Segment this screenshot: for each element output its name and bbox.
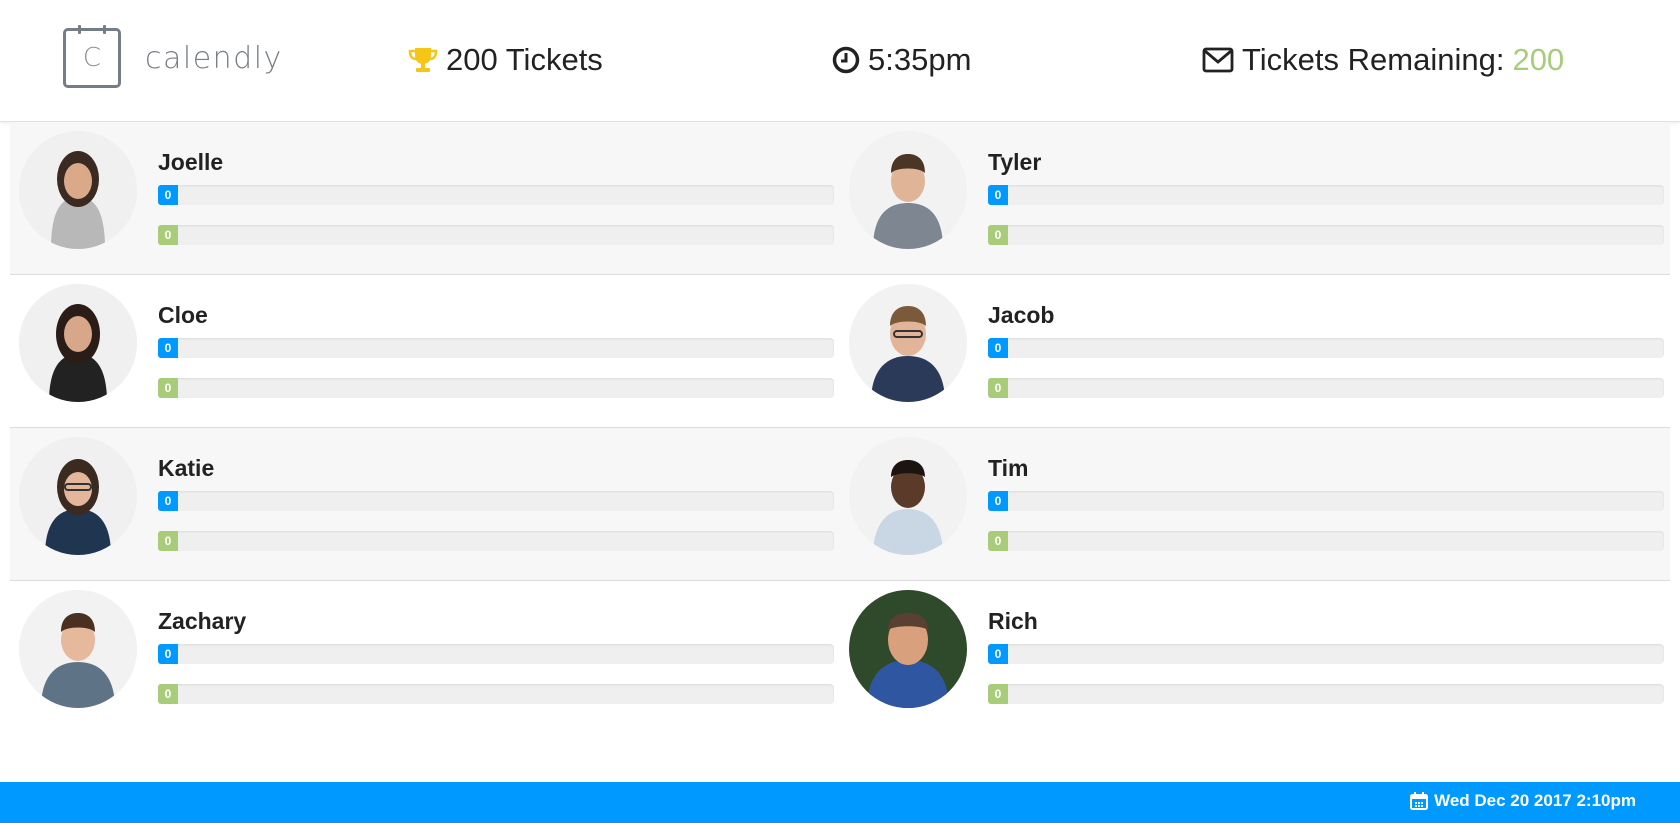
blue-progress-fill: 0 — [988, 644, 1008, 664]
blue-progress-bar: 0 — [158, 644, 834, 664]
logo-letter: C — [82, 43, 102, 73]
green-progress-fill: 0 — [988, 531, 1008, 551]
blue-progress-bar: 0 — [988, 644, 1664, 664]
leaderboard-row: Joelle 0 0 Tyler 0 0 — [10, 122, 1670, 275]
person-card: Jacob 0 0 — [840, 275, 1670, 427]
green-progress-fill: 0 — [988, 378, 1008, 398]
blue-progress-fill: 0 — [158, 491, 178, 511]
green-progress-bar: 0 — [988, 531, 1664, 551]
person-card: Joelle 0 0 — [10, 122, 840, 274]
blue-progress-bar: 0 — [988, 338, 1664, 358]
footer-timestamp: Wed Dec 20 2017 2:10pm — [1410, 791, 1636, 811]
person-name: Zachary — [158, 608, 247, 634]
avatar — [19, 437, 137, 555]
blue-progress-fill: 0 — [988, 338, 1008, 358]
blue-progress-bar: 0 — [158, 491, 834, 511]
blue-progress-bar: 0 — [158, 338, 834, 358]
avatar — [19, 131, 137, 249]
green-progress-bar: 0 — [158, 684, 834, 704]
green-progress-bar: 0 — [988, 684, 1664, 704]
footer-bar: Wed Dec 20 2017 2:10pm — [0, 782, 1680, 823]
person-name: Jacob — [988, 302, 1055, 328]
envelope-icon — [1202, 47, 1234, 73]
blue-progress-bar: 0 — [158, 185, 834, 205]
trophy-icon — [408, 48, 438, 72]
green-progress-bar: 0 — [158, 531, 834, 551]
current-time: 5:35pm — [832, 40, 971, 80]
avatar — [19, 590, 137, 708]
avatar — [849, 284, 967, 402]
green-progress-fill: 0 — [158, 531, 178, 551]
leaderboard-row: Zachary 0 0 Rich 0 0 — [10, 581, 1670, 734]
green-progress-bar: 0 — [988, 378, 1664, 398]
tickets-remaining-value: 200 — [1512, 42, 1565, 77]
blue-progress-fill: 0 — [988, 491, 1008, 511]
calendly-logo[interactable]: C calendly — [63, 25, 283, 88]
blue-progress-bar: 0 — [988, 491, 1664, 511]
green-progress-fill: 0 — [158, 225, 178, 245]
person-name: Tyler — [988, 149, 1042, 175]
total-tickets-text: 200 Tickets — [446, 42, 603, 77]
person-card: Tyler 0 0 — [840, 122, 1670, 274]
person-name: Tim — [988, 455, 1029, 481]
person-name: Cloe — [158, 302, 208, 328]
person-name: Katie — [158, 455, 215, 481]
blue-progress-fill: 0 — [158, 185, 178, 205]
avatar — [849, 590, 967, 708]
person-card: Tim 0 0 — [840, 428, 1670, 580]
blue-progress-fill: 0 — [988, 185, 1008, 205]
person-card: Rich 0 0 — [840, 581, 1670, 734]
brand-name: calendly — [145, 40, 283, 76]
person-name: Joelle — [158, 149, 224, 175]
header: C calendly 200 Tickets 5:35pm Tickets Re… — [0, 0, 1680, 122]
clock-icon — [832, 46, 860, 74]
green-progress-fill: 0 — [988, 225, 1008, 245]
green-progress-bar: 0 — [158, 225, 834, 245]
green-progress-fill: 0 — [158, 378, 178, 398]
green-progress-bar: 0 — [158, 378, 834, 398]
avatar — [19, 284, 137, 402]
green-progress-bar: 0 — [988, 225, 1664, 245]
blue-progress-bar: 0 — [988, 185, 1664, 205]
avatar — [849, 437, 967, 555]
tickets-remaining: Tickets Remaining: 200 — [1202, 40, 1564, 80]
person-card: Katie 0 0 — [10, 428, 840, 580]
calendar-logo-icon: C — [63, 25, 121, 88]
footer-date-text: Wed Dec 20 2017 2:10pm — [1434, 791, 1636, 810]
leaderboard-row: Cloe 0 0 Jacob 0 0 — [10, 275, 1670, 428]
person-name: Rich — [988, 608, 1038, 634]
person-card: Zachary 0 0 — [10, 581, 840, 734]
tickets-remaining-label: Tickets Remaining: — [1242, 42, 1505, 77]
person-card: Cloe 0 0 — [10, 275, 840, 427]
leaderboard: Joelle 0 0 Tyler 0 0 Cloe 0 0 Jacob 0 0 … — [10, 122, 1670, 734]
leaderboard-row: Katie 0 0 Tim 0 0 — [10, 428, 1670, 581]
avatar — [849, 131, 967, 249]
blue-progress-fill: 0 — [158, 644, 178, 664]
total-tickets: 200 Tickets — [408, 40, 603, 80]
calendar-icon — [1410, 792, 1429, 810]
blue-progress-fill: 0 — [158, 338, 178, 358]
current-time-text: 5:35pm — [868, 42, 972, 77]
green-progress-fill: 0 — [988, 684, 1008, 704]
green-progress-fill: 0 — [158, 684, 178, 704]
